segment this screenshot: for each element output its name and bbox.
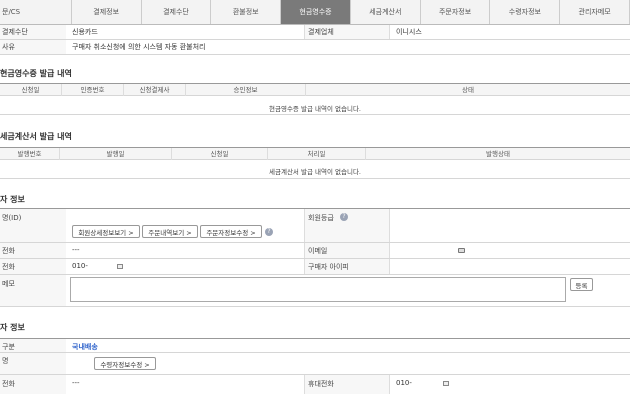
- cash-receipt-empty: 현금영수증 발급 내역이 없습니다.: [269, 105, 361, 113]
- register-button[interactable]: 등록: [570, 278, 593, 291]
- sms-icon[interactable]: [443, 381, 449, 386]
- tax-invoice-header: 발행번호 발행일 신청일 처리일 발행상태: [0, 147, 630, 160]
- orderer-phone-value: ---: [72, 246, 80, 254]
- orderer-mobile-value: 010-: [72, 262, 88, 270]
- member-grade-label: 회원등급: [308, 214, 334, 222]
- orderer-edit-button[interactable]: 주문자정보수정 >: [200, 225, 262, 238]
- payment-method-value: 신용카드: [72, 28, 98, 36]
- order-history-button[interactable]: 주문내역보기 >: [142, 225, 198, 238]
- col-header: 신청일: [172, 148, 268, 160]
- email-label: 이메일: [308, 247, 328, 255]
- divider: [0, 114, 630, 115]
- payment-company-label: 결제업체: [308, 28, 334, 36]
- receiver-name-label: 명: [2, 357, 9, 365]
- help-icon[interactable]: ?: [265, 228, 273, 236]
- orderer-memo-label: 메모: [2, 280, 15, 288]
- receiver-phone-value: ---: [72, 379, 80, 387]
- receiver-edit-button[interactable]: 수령자정보수정 >: [94, 357, 156, 370]
- col-header: 발행상태: [486, 150, 510, 158]
- tab-orderer-info[interactable]: 주문자정보: [421, 0, 491, 24]
- orderer-phone-label: 전화: [2, 247, 15, 255]
- tab-cash-receipt[interactable]: 현금영수증: [281, 0, 351, 24]
- refund-reason-label: 사유: [2, 43, 15, 51]
- refund-reason-value: 구매자 취소신청에 의한 시스템 자동 환불처리: [72, 43, 206, 51]
- payment-method-label: 결제수단: [2, 28, 28, 36]
- divider: [0, 306, 630, 307]
- divider: [0, 274, 630, 275]
- cash-receipt-header: 신청일 인증번호 신청결제사 승인정보 상태: [0, 83, 630, 96]
- receiver-phone-label: 전화: [2, 380, 15, 388]
- divider: [0, 39, 630, 40]
- col-header: 인증번호: [62, 84, 124, 96]
- divider: [0, 242, 630, 243]
- tab-admin-memo[interactable]: 관리자메모: [560, 0, 630, 24]
- tax-invoice-title: 세금계산서 발급 내역: [0, 132, 72, 141]
- receiver-mobile-value: 010-: [396, 379, 412, 387]
- divider: [0, 352, 630, 353]
- col-header: 발행일: [60, 148, 172, 160]
- tab-tax-invoice[interactable]: 세금계산서: [351, 0, 421, 24]
- payment-company-value: 이니시스: [396, 28, 422, 36]
- tab-refund-info[interactable]: 환불정보: [211, 0, 282, 24]
- orderer-name-label: 명(ID): [2, 214, 22, 222]
- divider: [0, 338, 630, 339]
- member-detail-button[interactable]: 회원상세정보보기 >: [72, 225, 140, 238]
- col-header: 처리일: [268, 148, 366, 160]
- col-header: 상태: [462, 86, 474, 94]
- tab-payment-info[interactable]: 결제정보: [72, 0, 142, 24]
- memo-textarea[interactable]: [70, 277, 566, 302]
- envelope-icon[interactable]: [458, 248, 465, 253]
- col-header: 신청결제사: [124, 84, 186, 96]
- help-icon[interactable]: ?: [340, 213, 348, 221]
- tab-bar: 문/CS 결제정보 결제수단 환불정보 현금영수증 세금계산서 주문자정보 수령…: [0, 0, 630, 25]
- tab-payment-method[interactable]: 결제수단: [142, 0, 212, 24]
- receiver-section-title: 자 정보: [0, 323, 25, 332]
- divider: [0, 54, 630, 55]
- delivery-type-label: 구분: [2, 343, 15, 351]
- divider: [0, 258, 630, 259]
- cash-receipt-title: 현금영수증 발급 내역: [0, 69, 72, 78]
- buyer-ip-label: 구매자 아이피: [308, 263, 349, 271]
- col-header: 신청일: [0, 84, 62, 96]
- orderer-mobile-label: 전화: [2, 263, 15, 271]
- delivery-type-value: 국내배송: [72, 343, 98, 351]
- divider: [0, 178, 630, 179]
- tab-order-cs[interactable]: 문/CS: [0, 0, 72, 24]
- sms-icon[interactable]: [117, 264, 123, 269]
- orderer-section-title: 자 정보: [0, 195, 25, 204]
- col-header: 승인정보: [186, 84, 306, 96]
- tax-invoice-empty: 세금계산서 발급 내역이 없습니다.: [269, 168, 361, 176]
- receiver-mobile-label: 휴대전화: [308, 380, 334, 388]
- tab-receiver-info[interactable]: 수령자정보: [490, 0, 561, 24]
- col-header: 발행번호: [0, 148, 60, 160]
